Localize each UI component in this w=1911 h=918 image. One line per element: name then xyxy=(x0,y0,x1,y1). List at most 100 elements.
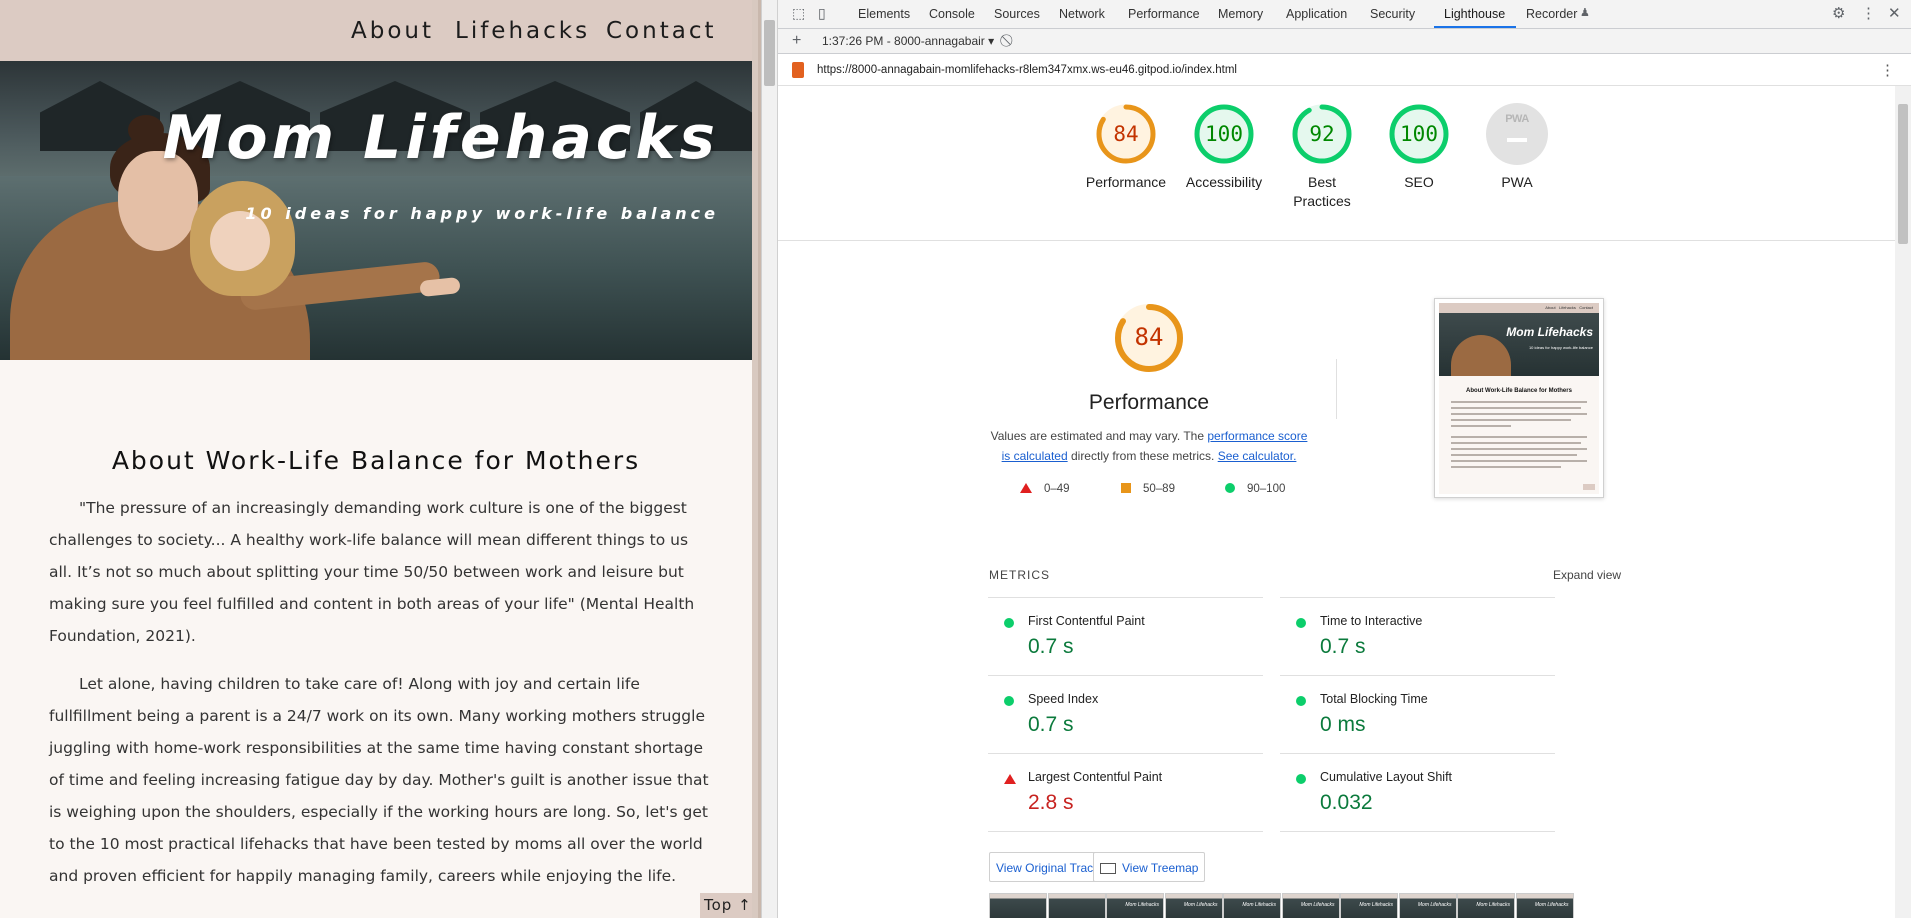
metric-name: Total Blocking Time xyxy=(1320,692,1428,706)
scrollbar-thumb[interactable] xyxy=(764,20,775,86)
nav-link-about[interactable]: About xyxy=(351,18,434,44)
gauge-best-practices[interactable]: 92 xyxy=(1292,104,1352,164)
tab-application[interactable]: Application xyxy=(1286,7,1347,21)
metric-largest-contentful-paint: Largest Contentful Paint 2.8 s xyxy=(989,754,1329,832)
gauge-label: PWA xyxy=(1501,174,1533,190)
filmstrip-frame[interactable]: Mom Lifehacks xyxy=(1457,893,1515,918)
fail-triangle-icon xyxy=(1004,774,1016,784)
metrics-heading: METRICS xyxy=(989,568,1050,582)
metric-name: First Contentful Paint xyxy=(1028,614,1145,628)
final-screenshot-thumbnail[interactable]: About Lifehacks Contact Mom Lifehacks 10… xyxy=(1434,298,1604,498)
filmstrip-frame[interactable] xyxy=(1047,893,1106,918)
gauge-score: 100 xyxy=(1205,122,1243,146)
pass-circle-icon xyxy=(1004,618,1014,628)
gauge-label: Performance xyxy=(1085,174,1167,190)
pwa-badge-gauge[interactable]: PWA xyxy=(1486,103,1548,165)
section-heading: About Work-Life Balance for Mothers xyxy=(111,446,641,475)
metric-speed-index: Speed Index 0.7 s xyxy=(989,676,1329,754)
hero-image: Mom Lifehacks 10 ideas for happy work-li… xyxy=(0,61,752,360)
metric-name: Largest Contentful Paint xyxy=(1028,770,1163,784)
settings-gear-icon[interactable]: ⚙ xyxy=(1832,4,1845,22)
tab-memory[interactable]: Memory xyxy=(1218,7,1263,21)
metric-value: 0.7 s xyxy=(1320,635,1366,658)
page-scrollbar[interactable] xyxy=(752,0,761,918)
pass-circle-icon xyxy=(1225,483,1235,493)
report-selector[interactable]: 1:37:26 PM - 8000-annagabair ▾ xyxy=(822,34,994,48)
tab-console[interactable]: Console xyxy=(929,7,975,21)
website-viewport: About Lifehacks Contact Mom Lifehacks 10… xyxy=(0,0,752,918)
tab-lighthouse[interactable]: Lighthouse xyxy=(1444,7,1505,21)
legend-pass: 90–100 xyxy=(1225,483,1285,495)
hero-title: Mom Lifehacks xyxy=(162,103,719,173)
filmstrip-frame[interactable]: Mom Lifehacks xyxy=(1281,893,1340,918)
tab-recorder[interactable]: Recorder xyxy=(1526,7,1577,21)
pass-circle-icon xyxy=(1296,774,1306,784)
report-url[interactable]: https://8000-annagabain-momlifehacks-r8l… xyxy=(817,64,1237,76)
more-options-icon[interactable]: ⋮ xyxy=(1861,4,1876,22)
tab-network[interactable]: Network xyxy=(1059,7,1105,21)
gauge-performance[interactable]: 84 xyxy=(1096,104,1156,164)
lighthouse-logo-icon xyxy=(792,62,804,78)
intro-paragraph-2: Let alone, having children to take care … xyxy=(49,675,709,885)
gauge-seo[interactable]: 100 xyxy=(1389,104,1449,164)
report-menu-icon[interactable]: ⋮ xyxy=(1880,61,1895,79)
devtools-splitter-scrollbar[interactable] xyxy=(761,0,778,918)
metric-value: 0.032 xyxy=(1320,791,1373,814)
metric-value: 2.8 s xyxy=(1028,791,1074,814)
gauge-label: Best Practices xyxy=(1293,174,1351,209)
metric-name: Cumulative Layout Shift xyxy=(1320,770,1453,784)
new-report-plus-icon[interactable]: + xyxy=(792,32,801,50)
tab-security[interactable]: Security xyxy=(1370,7,1415,21)
lighthouse-toolbar: + 1:37:26 PM - 8000-annagabair ▾ ⃠ xyxy=(778,29,1911,54)
intro-paragraph-1: "The pressure of an increasingly demandi… xyxy=(49,499,695,645)
close-devtools-icon[interactable]: ✕ xyxy=(1888,4,1901,22)
metric-name: Speed Index xyxy=(1028,692,1099,706)
filmstrip-frame[interactable]: Mom Lifehacks xyxy=(1164,893,1223,918)
fail-triangle-icon xyxy=(1020,483,1032,493)
gauge-label: SEO xyxy=(1404,174,1434,190)
filmstrip-frame[interactable]: Mom Lifehacks xyxy=(1398,893,1457,918)
tab-elements[interactable]: Elements xyxy=(858,7,910,21)
filmstrip-frame[interactable]: Mom Lifehacks xyxy=(1223,893,1281,918)
gauge-score: 92 xyxy=(1309,122,1335,146)
pwa-badge-text: PWA xyxy=(1505,113,1529,125)
performance-title: Performance xyxy=(1088,391,1210,414)
performance-score: 84 xyxy=(1134,323,1164,351)
back-to-top-button[interactable]: Top ↑ xyxy=(700,893,752,918)
average-square-icon xyxy=(1121,483,1131,493)
device-toolbar-icon[interactable]: ▯ xyxy=(818,5,826,22)
nav-link-lifehacks[interactable]: Lifehacks xyxy=(455,18,590,44)
divider xyxy=(778,240,1895,241)
filmstrip-frame[interactable] xyxy=(989,893,1047,918)
performance-description: Values are estimated and may vary. The p… xyxy=(990,429,1308,463)
report-scrollbar-thumb[interactable] xyxy=(1898,104,1908,244)
gauge-accessibility[interactable]: 100 xyxy=(1194,104,1254,164)
metric-value: 0.7 s xyxy=(1028,635,1074,658)
hero-subtitle: 10 ideas for happy work-life balance xyxy=(245,204,719,223)
inspect-element-icon[interactable]: ⬚ xyxy=(792,5,805,22)
tab-performance[interactable]: Performance xyxy=(1128,7,1200,21)
legend-average: 50–89 xyxy=(1121,483,1175,495)
filmstrip-frame[interactable]: Mom Lifehacks xyxy=(1106,893,1164,918)
view-original-trace-button[interactable]: View Original Trace xyxy=(989,852,1107,882)
metric-time-to-interactive: Time to Interactive 0.7 s xyxy=(1281,598,1621,676)
gauge-score: 100 xyxy=(1400,122,1438,146)
devtools-tabbar: ⬚ ▯ Elements Console Sources Network Per… xyxy=(778,0,1911,29)
lighthouse-report: 84 Performance 100 Accessibility 92 Best Prac… xyxy=(778,86,1895,918)
see-calculator-link[interactable]: See calculator. xyxy=(1218,449,1297,463)
report-scrollbar[interactable] xyxy=(1895,86,1911,918)
metric-total-blocking-time: Total Blocking Time 0 ms xyxy=(1281,676,1621,754)
treemap-icon xyxy=(1100,863,1116,874)
filmstrip-frame[interactable]: Mom Lifehacks xyxy=(1515,893,1574,918)
nav-link-contact[interactable]: Contact xyxy=(606,18,716,44)
expand-view-toggle[interactable]: Expand view xyxy=(1553,568,1621,582)
metric-value: 0.7 s xyxy=(1028,713,1074,736)
performance-big-gauge: 84 xyxy=(1113,302,1185,374)
tab-sources[interactable]: Sources xyxy=(994,7,1040,21)
legend-fail: 0–49 xyxy=(1020,483,1070,495)
view-treemap-button[interactable]: View Treemap xyxy=(1093,852,1206,882)
gauge-label: Accessibility xyxy=(1185,174,1263,190)
report-url-bar: https://8000-annagabain-momlifehacks-r8l… xyxy=(778,55,1911,86)
filmstrip-frame[interactable]: Mom Lifehacks xyxy=(1340,893,1398,918)
pass-circle-icon xyxy=(1296,618,1306,628)
